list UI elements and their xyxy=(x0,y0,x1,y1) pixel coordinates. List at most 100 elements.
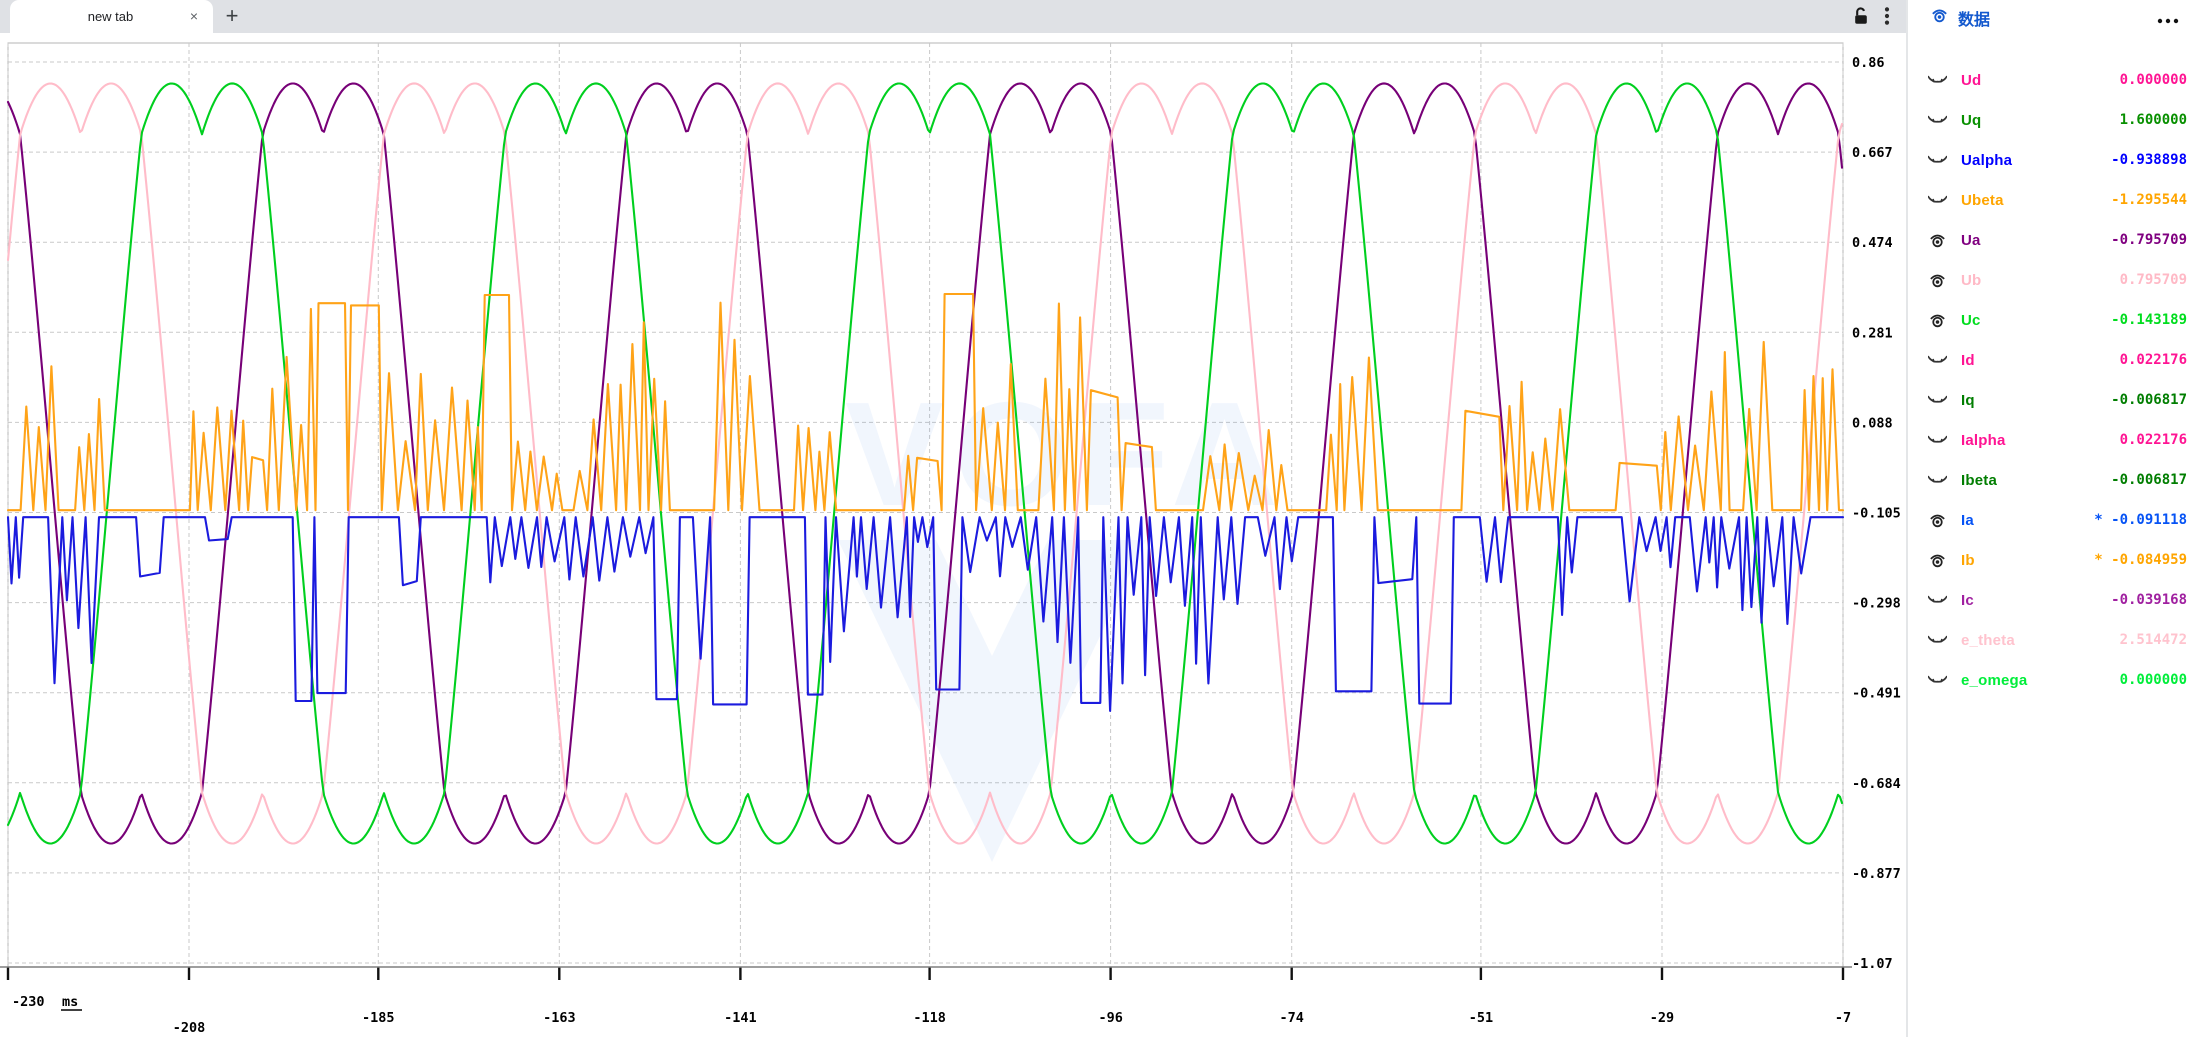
eye-open-icon[interactable] xyxy=(1928,271,1948,289)
tab-close-icon[interactable]: × xyxy=(185,8,203,26)
variable-row-Iq[interactable]: Iq -0.006817 xyxy=(1908,380,2200,420)
ellipsis-menu-icon[interactable] xyxy=(2156,12,2180,30)
panel-title: 数据 xyxy=(1958,6,1990,30)
variable-value: -0.143189 xyxy=(2111,312,2187,328)
variable-value: 0.000000 xyxy=(2120,672,2187,688)
eye-open-icon[interactable] xyxy=(1928,551,1948,569)
x-axis-unit: ms xyxy=(62,994,78,1010)
variable-row-Ibeta[interactable]: Ibeta -0.006817 xyxy=(1908,460,2200,500)
variable-name: Ialpha xyxy=(1961,432,2006,449)
variable-row-Ia[interactable]: Ia * -0.091118 xyxy=(1908,500,2200,540)
y-axis-label: -0.684 xyxy=(1852,776,1901,792)
variable-value: -0.039168 xyxy=(2111,592,2187,608)
kebab-menu-icon[interactable] xyxy=(1884,6,1890,26)
y-axis-label: 0.281 xyxy=(1852,325,1893,341)
variable-row-Id[interactable]: Id 0.022176 xyxy=(1908,340,2200,380)
variable-list: Ud 0.000000 Uq 1.600000 Ualpha -0.938898 Ubeta… xyxy=(1908,60,2200,700)
variable-value: -0.938898 xyxy=(2111,152,2187,168)
y-axis-label: -0.298 xyxy=(1852,596,1901,612)
variable-name: Ia xyxy=(1961,512,1974,529)
data-panel: 数据 Ud 0.000000 Uq 1.600000 Ualpha -0.938898 Ub… xyxy=(1906,0,2200,1037)
variable-row-Ic[interactable]: Ic -0.039168 xyxy=(1908,580,2200,620)
eye-open-icon[interactable] xyxy=(1928,311,1948,329)
variable-value: -0.006817 xyxy=(2111,392,2187,408)
x-axis-label: -163 xyxy=(543,1010,576,1026)
variable-value: * -0.091118 xyxy=(2094,512,2187,528)
variable-name: Ic xyxy=(1961,592,1974,609)
variable-name: Uc xyxy=(1961,312,1981,329)
x-axis-label: -51 xyxy=(1469,1010,1493,1026)
variable-row-Ua[interactable]: Ua-0.795709 xyxy=(1908,220,2200,260)
tabbar-toolbar xyxy=(1852,6,1890,26)
y-axis-label: 0.86 xyxy=(1852,55,1885,71)
panel-visibility-icon[interactable] xyxy=(1930,6,1949,30)
y-axis-label: 0.474 xyxy=(1852,235,1893,251)
variable-row-Uc[interactable]: Uc -0.143189 xyxy=(1908,300,2200,340)
variable-name: Ubeta xyxy=(1961,192,2004,209)
variable-name: Iq xyxy=(1961,392,1975,409)
variable-name: Id xyxy=(1961,352,1975,369)
eye-closed-icon[interactable] xyxy=(1928,591,1948,609)
waveform-plot[interactable]: 0.86 0.667 0.474 0.281 0.088 -0.105 -0.298 -0.4… xyxy=(0,33,1906,1037)
variable-value: * -0.084959 xyxy=(2094,552,2187,568)
variable-name: Ub xyxy=(1961,272,1981,289)
x-axis-label: -74 xyxy=(1279,1010,1303,1026)
app-window: new tab × + 0.86 0.667 0.474 0.281 0.088 -0.1… xyxy=(0,0,2200,1037)
browser-tab-bar: new tab × + xyxy=(0,0,1906,33)
y-axis-label: 0.667 xyxy=(1852,145,1893,161)
y-axis-label: -0.877 xyxy=(1852,866,1901,882)
variable-name: Ualpha xyxy=(1961,152,2012,169)
x-axis-label: -141 xyxy=(724,1010,757,1026)
variable-value: 0.022176 xyxy=(2120,432,2187,448)
variable-row-Ialpha[interactable]: Ialpha 0.022176 xyxy=(1908,420,2200,460)
x-axis-label: -29 xyxy=(1650,1010,1674,1026)
variable-name: Ib xyxy=(1961,552,1975,569)
variable-value: 1.600000 xyxy=(2120,112,2187,128)
variable-row-Ib[interactable]: Ib * -0.084959 xyxy=(1908,540,2200,580)
variable-value: 0.022176 xyxy=(2120,352,2187,368)
variable-row-Ub[interactable]: Ub 0.795709 xyxy=(1908,260,2200,300)
variable-value: -1.295544 xyxy=(2111,192,2187,208)
eye-closed-icon[interactable] xyxy=(1928,151,1948,169)
eye-closed-icon[interactable] xyxy=(1928,431,1948,449)
variable-row-Ualpha[interactable]: Ualpha -0.938898 xyxy=(1908,140,2200,180)
eye-closed-icon[interactable] xyxy=(1928,71,1948,89)
eye-closed-icon[interactable] xyxy=(1928,191,1948,209)
variable-value: -0.795709 xyxy=(2111,232,2187,248)
x-axis-label: -118 xyxy=(913,1010,946,1026)
tab-title: new tab xyxy=(10,9,185,24)
unlock-icon[interactable] xyxy=(1852,6,1870,26)
eye-open-icon[interactable] xyxy=(1928,511,1948,529)
variable-row-e_theta[interactable]: e_theta 2.514472 xyxy=(1908,620,2200,660)
x-axis-label: -96 xyxy=(1098,1010,1122,1026)
variable-row-Uq[interactable]: Uq 1.600000 xyxy=(1908,100,2200,140)
variable-name: e_theta xyxy=(1961,632,2015,649)
variable-name: Uq xyxy=(1961,112,1981,129)
eye-closed-icon[interactable] xyxy=(1928,351,1948,369)
x-axis-label: -7 xyxy=(1835,1010,1851,1026)
variable-value: 2.514472 xyxy=(2120,632,2187,648)
eye-closed-icon[interactable] xyxy=(1928,391,1948,409)
variable-value: 0.000000 xyxy=(2120,72,2187,88)
variable-value: -0.006817 xyxy=(2111,472,2187,488)
y-axis-label: -0.491 xyxy=(1852,686,1901,702)
x-axis-label: -185 xyxy=(362,1010,395,1026)
variable-row-e_omega[interactable]: e_omega0.000000 xyxy=(1908,660,2200,700)
variable-row-Ud[interactable]: Ud 0.000000 xyxy=(1908,60,2200,100)
new-tab-button[interactable]: + xyxy=(218,3,246,31)
y-axis-label: -0.105 xyxy=(1852,506,1901,522)
eye-closed-icon[interactable] xyxy=(1928,111,1948,129)
eye-closed-icon[interactable] xyxy=(1928,631,1948,649)
x-axis-label: -208 xyxy=(173,1020,206,1036)
eye-closed-icon[interactable] xyxy=(1928,671,1948,689)
eye-closed-icon[interactable] xyxy=(1928,471,1948,489)
eye-open-icon[interactable] xyxy=(1928,231,1948,249)
variable-name: Ibeta xyxy=(1961,472,1997,489)
y-axis-label: 0.088 xyxy=(1852,415,1893,431)
variable-row-Ubeta[interactable]: Ubeta -1.295544 xyxy=(1908,180,2200,220)
tab-new-tab[interactable]: new tab × xyxy=(10,0,213,33)
variable-name: Ud xyxy=(1961,72,1981,89)
x-axis-label: -230 xyxy=(12,994,45,1010)
variable-value: 0.795709 xyxy=(2120,272,2187,288)
panel-header: 数据 xyxy=(1908,0,2200,36)
